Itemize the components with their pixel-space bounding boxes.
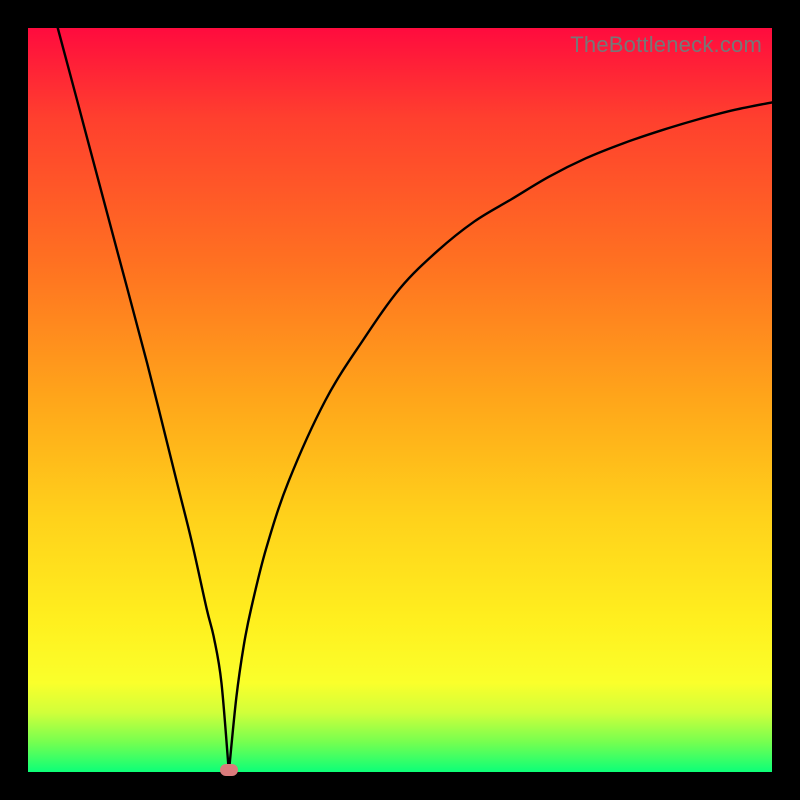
- chart-frame: TheBottleneck.com: [0, 0, 800, 800]
- plot-area: TheBottleneck.com: [28, 28, 772, 772]
- curve-layer: [28, 28, 772, 772]
- minimum-marker: [220, 764, 238, 776]
- bottleneck-curve: [28, 0, 772, 772]
